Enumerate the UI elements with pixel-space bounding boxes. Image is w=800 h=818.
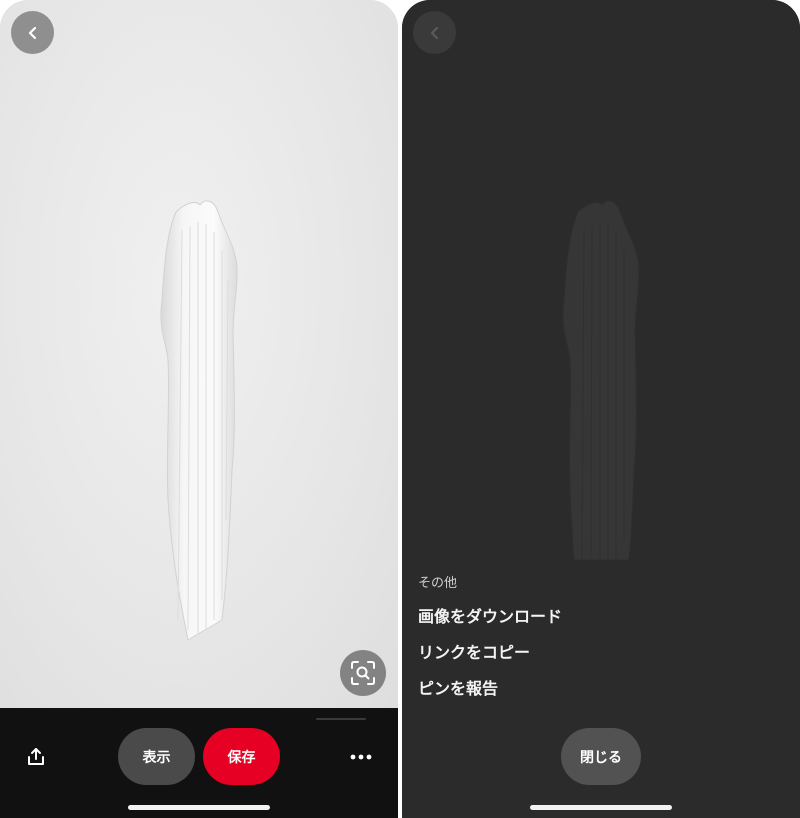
back-button-dimmed bbox=[413, 11, 456, 54]
copy-link-option[interactable]: リンクをコピー bbox=[418, 637, 530, 665]
more-options-button[interactable] bbox=[346, 743, 376, 771]
close-button[interactable]: 閉じる bbox=[561, 728, 641, 785]
options-sheet-screen: その他 画像をダウンロード リンクをコピー ピンを報告 閉じる bbox=[402, 0, 800, 818]
paint-stroke-image bbox=[160, 200, 238, 641]
more-icon bbox=[350, 754, 372, 760]
pin-image[interactable] bbox=[0, 0, 398, 708]
home-indicator bbox=[128, 805, 270, 810]
sheet-title: その他 bbox=[418, 576, 458, 591]
dimmed-paint-stroke-image bbox=[562, 200, 640, 560]
options-sheet: その他 画像をダウンロード リンクをコピー ピンを報告 閉じる bbox=[402, 560, 800, 818]
pin-detail-screen: 表示 保存 bbox=[0, 0, 398, 818]
chevron-left-icon bbox=[430, 26, 438, 39]
visual-search-button[interactable] bbox=[340, 650, 386, 696]
view-button[interactable]: 表示 bbox=[118, 728, 195, 785]
back-button[interactable] bbox=[11, 11, 54, 54]
action-bar: 表示 保存 bbox=[0, 708, 398, 818]
chevron-left-icon bbox=[28, 26, 36, 39]
home-indicator bbox=[530, 805, 672, 810]
scroll-hint bbox=[316, 718, 366, 720]
share-icon bbox=[28, 748, 44, 765]
download-image-option[interactable]: 画像をダウンロード bbox=[418, 601, 562, 629]
share-button[interactable] bbox=[22, 743, 50, 771]
visual-search-icon bbox=[351, 661, 375, 685]
save-button[interactable]: 保存 bbox=[203, 728, 280, 785]
report-pin-option[interactable]: ピンを報告 bbox=[418, 673, 498, 701]
